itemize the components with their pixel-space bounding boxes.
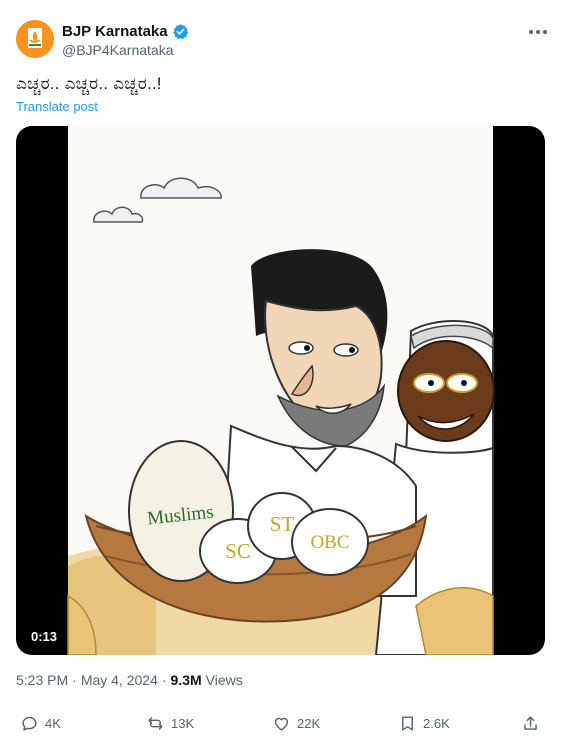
repost-count: 13K [171,716,195,731]
tweet-header: BJP Karnataka @BJP4Karnataka [16,20,554,64]
lotus-logo-icon [16,20,54,58]
reply-icon [22,716,37,731]
like-button[interactable]: 22K [272,714,320,733]
post-date[interactable]: May 4, 2024 [81,672,158,688]
egg-label-obc: OBC [310,532,349,553]
video-player[interactable]: Muslims SC ST OBC 0:13 [16,126,545,655]
display-name[interactable]: BJP Karnataka [62,23,168,40]
views-label: Views [205,672,243,688]
views-count: 9.3M [170,672,202,688]
repost-icon [148,717,163,730]
video-duration: 0:13 [24,626,65,647]
translate-link[interactable]: Translate post [16,99,98,114]
bookmark-button[interactable]: 2.6K [398,714,450,733]
more-icon[interactable] [526,22,550,42]
tweet-text: ಎಚ್ಚರ.. ಎಚ್ಚರ.. ಎಚ್ಚರ..! [16,74,162,93]
verified-badge-icon [172,24,188,40]
share-icon [524,716,537,730]
meta-separator: · [161,672,167,688]
bookmark-icon [402,716,413,731]
avatar[interactable] [16,20,54,58]
egg-label-st: ST [270,512,295,536]
bookmark-count: 2.6K [423,716,450,731]
meta-separator: · [72,672,77,688]
egg-label-sc: SC [225,539,251,563]
share-button[interactable] [521,714,540,733]
tweet-actions: 4K 13K 22K 2.6K [16,714,546,738]
reply-count: 4K [45,716,61,731]
tweet-meta: 5:23 PM · May 4, 2024 · 9.3M Views [16,672,243,688]
heart-icon [274,717,289,731]
name-row: BJP Karnataka [62,23,189,40]
repost-button[interactable]: 13K [146,714,194,733]
reply-button[interactable]: 4K [20,714,61,733]
account-handle[interactable]: @BJP4Karnataka [62,42,174,58]
like-count: 22K [297,716,321,731]
video-frame-illustration: Muslims SC ST OBC [67,126,495,655]
post-time[interactable]: 5:23 PM [16,672,68,688]
